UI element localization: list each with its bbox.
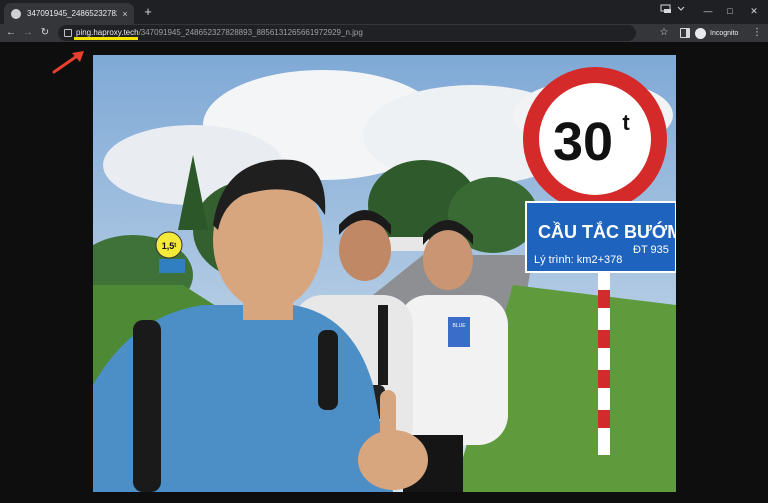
speed-sign-unit: t xyxy=(622,110,630,135)
chevron-down-icon[interactable] xyxy=(677,6,685,12)
tab-close-icon[interactable]: × xyxy=(119,9,131,19)
back-button[interactable]: ← xyxy=(4,26,18,40)
maximize-button[interactable]: □ xyxy=(720,3,740,19)
address-bar[interactable]: ping.haproxy.tech/347091945_248652327828… xyxy=(58,25,636,41)
incognito-label: Incognito xyxy=(710,29,739,37)
annotation-arrow-icon xyxy=(52,51,84,74)
speed-sign-value: 30 xyxy=(553,112,613,172)
reload-button[interactable]: ↻ xyxy=(38,26,52,40)
bridge-name-text: CẦU TẮC BƯỚM xyxy=(538,221,676,242)
url-host: ping.haproxy.tech xyxy=(76,28,139,37)
tab-search-icon[interactable] xyxy=(660,4,672,14)
url-highlight-underline xyxy=(74,37,138,40)
shirt-patch-text: BLUE xyxy=(452,323,466,329)
incognito-icon xyxy=(695,27,706,39)
road-code-text: ĐT 935 xyxy=(633,244,669,256)
viewed-image: 1,5ᵗ 30 t CẦU TẮC BƯỚM Lý trình: km2+378… xyxy=(93,55,676,492)
tab-active[interactable]: 347091945_248652327828893_8 × xyxy=(4,3,134,24)
url-path: /347091945_248652327828893_8856131265661… xyxy=(138,28,363,37)
forward-button[interactable]: → xyxy=(21,26,35,40)
tab-title: 347091945_248652327828893_8 xyxy=(27,9,117,18)
new-tab-button[interactable]: + xyxy=(141,5,155,19)
selfie-photo: 1,5ᵗ 30 t CẦU TẮC BƯỚM Lý trình: km2+378… xyxy=(93,55,676,492)
bookmark-star-icon[interactable]: ☆ xyxy=(658,26,670,40)
tab-strip: 347091945_248652327828893_8 × + — □ ✕ xyxy=(0,0,768,24)
incognito-indicator[interactable]: Incognito xyxy=(695,26,738,40)
globe-icon xyxy=(11,8,21,19)
small-weight-sign-text: 1,5ᵗ xyxy=(162,241,177,251)
bridge-location-text: Lý trình: km2+378 xyxy=(534,254,622,266)
minimize-button[interactable]: — xyxy=(698,3,718,19)
close-window-button[interactable]: ✕ xyxy=(744,3,764,19)
lock-icon xyxy=(64,29,72,37)
url-text[interactable]: ping.haproxy.tech/347091945_248652327828… xyxy=(76,28,363,37)
menu-icon[interactable]: ⋮ xyxy=(752,26,762,40)
side-panel-icon[interactable] xyxy=(680,28,690,38)
